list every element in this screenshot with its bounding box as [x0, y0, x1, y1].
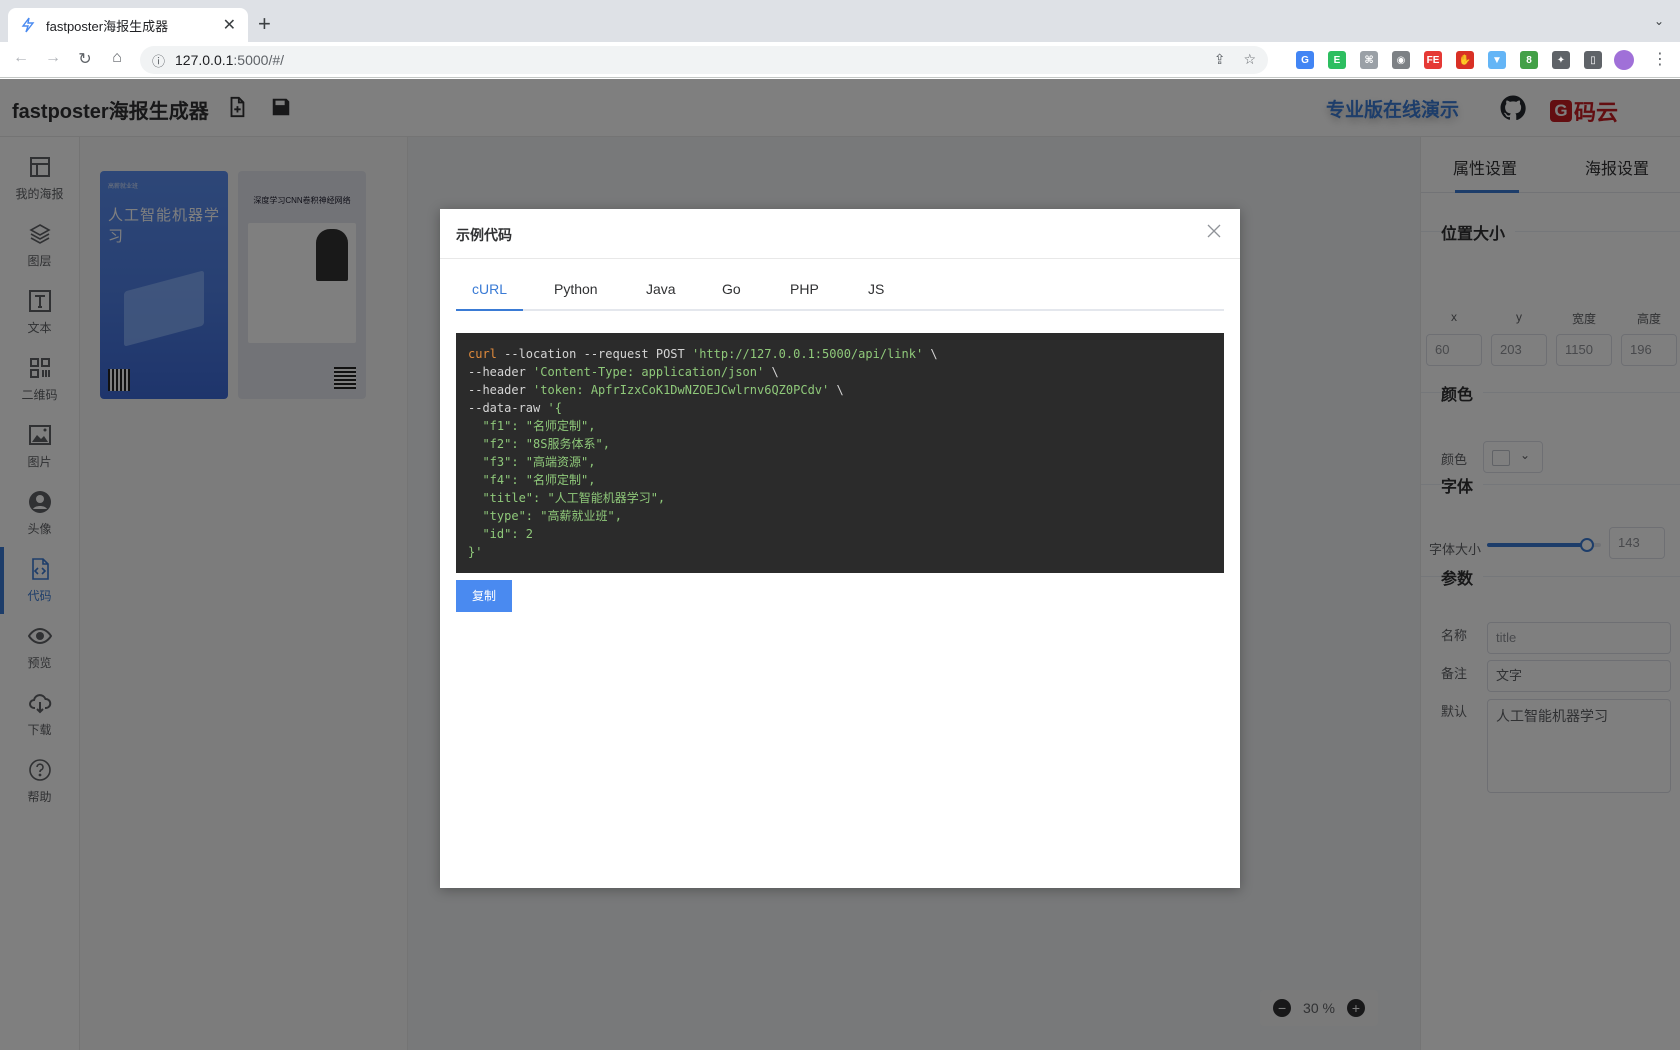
browser-tab[interactable]: fastposter海报生成器 ✕ [8, 8, 248, 42]
adblock-icon[interactable]: ✋ [1456, 51, 1474, 69]
tab-go[interactable]: Go [722, 281, 741, 297]
code-token: "f1": "名师定制", [468, 419, 596, 433]
code-token: "type": "高薪就业班", [468, 509, 622, 523]
code-line: "type": "高薪就业班", [468, 507, 1212, 525]
code-token: "f2": "8S服务体系", [468, 437, 610, 451]
code-line: "id": 2 [468, 525, 1212, 543]
home-icon[interactable]: ⌂ [106, 49, 128, 67]
language-tabs: cURL Python Java Go PHP JS [456, 279, 1224, 311]
camera-icon[interactable]: ◉ [1392, 51, 1410, 69]
code-token: --data-raw [468, 401, 548, 415]
code-token: "f4": "名师定制", [468, 473, 596, 487]
code-example-dialog: 示例代码 cURL Python Java Go PHP JS curl --locati… [440, 209, 1240, 888]
dialog-header: 示例代码 [440, 209, 1240, 259]
back-arrow-icon[interactable]: ← [10, 49, 32, 67]
close-icon[interactable] [1206, 223, 1224, 241]
code-line: "f1": "名师定制", [468, 417, 1212, 435]
code-token: curl [468, 347, 497, 361]
forward-arrow-icon[interactable]: → [42, 49, 64, 67]
active-tab-indicator [456, 309, 523, 311]
tab-title: fastposter海报生成器 [46, 18, 169, 34]
code-token: "id": 2 [468, 527, 534, 541]
tab-js[interactable]: JS [868, 281, 884, 297]
code-line: "f2": "8S服务体系", [468, 435, 1212, 453]
puzzle-icon[interactable]: ✦ [1552, 51, 1570, 69]
code-token: }' [468, 545, 483, 559]
code-block: curl --location --request POST 'http://1… [456, 333, 1224, 573]
tab-python[interactable]: Python [554, 281, 598, 297]
tab-java[interactable]: Java [646, 281, 676, 297]
code-token: "f3": "高端资源", [468, 455, 596, 469]
tab-close-icon[interactable]: ✕ [223, 15, 236, 35]
url-path: :5000/#/ [233, 52, 285, 68]
code-token: 'http://127.0.0.1:5000/api/link' [691, 347, 924, 361]
url-text: 127.0.0.1:5000/#/ [175, 52, 284, 68]
google-translate-icon[interactable]: G [1296, 51, 1314, 69]
filter-icon[interactable]: ▼ [1488, 51, 1506, 69]
code-token: "title": "人工智能机器学习", [468, 491, 666, 505]
code-token: \ [923, 347, 938, 361]
bookmark-star-icon[interactable]: ☆ [1243, 51, 1256, 68]
code-line: --header 'Content-Type: application/json… [468, 363, 1212, 381]
code-token: \ [829, 383, 844, 397]
url-host: 127.0.0.1 [175, 52, 234, 68]
code-line: curl --location --request POST 'http://1… [468, 345, 1212, 363]
site-info-icon[interactable]: ⓘ [152, 51, 165, 70]
code-line: --data-raw '{ [468, 399, 1212, 417]
code-line: "f4": "名师定制", [468, 471, 1212, 489]
code-line: --header 'token: ApfrIzxCoK1DwNZOEJCwlrn… [468, 381, 1212, 399]
code-line: "title": "人工智能机器学习", [468, 489, 1212, 507]
code-token: 'token: ApfrIzxCoK1DwNZOEJCwlrnv6QZ0PCdv… [533, 383, 830, 397]
tab-php[interactable]: PHP [790, 281, 819, 297]
browser-menu-icon[interactable]: ⋮ [1652, 49, 1668, 69]
code-line: "f3": "高端资源", [468, 453, 1212, 471]
browser-toolbar: ← → ↻ ⌂ ⓘ 127.0.0.1:5000/#/ ⇪ ☆ G E ⌘ ◉ FE ✋ ▼… [0, 42, 1680, 78]
code-token: \ [764, 365, 779, 379]
share-icon[interactable]: ⇪ [1214, 51, 1226, 68]
code-line: }' [468, 543, 1212, 561]
code-token: --header [468, 383, 534, 397]
profile-avatar[interactable] [1614, 50, 1634, 70]
extension-icons: G E ⌘ ◉ FE ✋ ▼ 8 ✦ ▯ [1296, 51, 1602, 69]
evernote-icon[interactable]: E [1328, 51, 1346, 69]
code-token: '{ [547, 401, 562, 415]
reload-icon[interactable]: ↻ [74, 49, 96, 69]
dialog-title: 示例代码 [456, 227, 512, 243]
tab-curl[interactable]: cURL [472, 281, 507, 297]
browser-tab-bar: fastposter海报生成器 ✕ + ⌄ [0, 0, 1680, 42]
code-token: 'Content-Type: application/json' [533, 365, 765, 379]
side-panel-icon[interactable]: ▯ [1584, 51, 1602, 69]
code-token: --header [468, 365, 534, 379]
fe-helper-icon[interactable]: FE [1424, 51, 1442, 69]
tab-search-chevron-icon[interactable]: ⌄ [1654, 14, 1664, 28]
new-tab-button[interactable]: + [258, 12, 271, 36]
copy-button[interactable]: 复制 [456, 580, 512, 612]
search-extension-icon[interactable]: 8 [1520, 51, 1538, 69]
extension-gray-icon[interactable]: ⌘ [1360, 51, 1378, 69]
lightning-favicon-icon [20, 17, 36, 33]
address-bar[interactable]: ⓘ 127.0.0.1:5000/#/ ⇪ ☆ [140, 46, 1268, 74]
code-token: --location --request POST [496, 347, 692, 361]
